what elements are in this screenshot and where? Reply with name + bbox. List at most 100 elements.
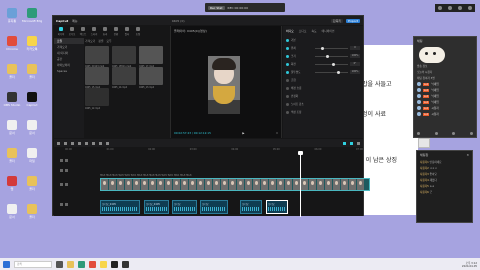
- toggle-checkbox[interactable]: [286, 94, 289, 98]
- tool-filters[interactable]: 필터: [123, 27, 131, 36]
- desktop-icon[interactable]: 문서: [2, 204, 22, 219]
- media-thumbnail[interactable]: 0405_20123.mp4: [85, 46, 109, 68]
- gift-icon[interactable]: [434, 132, 438, 135]
- media-thumbnail[interactable]: 0405_12.mp4: [85, 88, 109, 110]
- desktop-icon[interactable]: 문서: [22, 120, 42, 135]
- obs-icon[interactable]: [122, 260, 129, 268]
- desktop-icon[interactable]: Chrome: [2, 36, 22, 51]
- record-icon[interactable]: [438, 6, 442, 10]
- desktop-icon[interactable]: 앱: [2, 176, 22, 191]
- media-thumbnail[interactable]: 0405_17.mp4: [139, 46, 163, 68]
- audio-clip[interactable]: 오디오: [240, 200, 262, 214]
- heart-icon[interactable]: [417, 132, 420, 135]
- slider-handle[interactable]: [337, 70, 341, 74]
- slider-handle[interactable]: [320, 46, 324, 50]
- property-value[interactable]: 0: [350, 46, 360, 50]
- toggle-checkbox[interactable]: [286, 46, 289, 50]
- snap-icon[interactable]: [343, 141, 346, 145]
- audio-clip[interactable]: 오디오_0405: [144, 200, 169, 214]
- speaker-icon[interactable]: [65, 203, 68, 206]
- toggle-checkbox[interactable]: [286, 102, 289, 106]
- property-value[interactable]: 0°: [350, 62, 360, 66]
- menu-button[interactable]: 메뉴: [72, 19, 78, 23]
- settings-icon[interactable]: [458, 6, 462, 10]
- lock-icon[interactable]: [60, 183, 63, 186]
- play-icon[interactable]: ▶: [242, 131, 244, 135]
- lock-icon[interactable]: [60, 159, 63, 162]
- tab-speed[interactable]: 속도: [311, 29, 316, 33]
- property-slider[interactable]: [315, 70, 348, 74]
- close-icon[interactable]: [468, 6, 472, 10]
- desktop-icon[interactable]: 폴더: [22, 176, 42, 191]
- property-value[interactable]: 100%: [350, 70, 360, 74]
- lock-icon[interactable]: [60, 169, 63, 172]
- sort-button[interactable]: 정렬: [98, 39, 103, 43]
- recording-bar[interactable]: Rec Stat REC 00:00:00: [205, 3, 285, 12]
- desktop-icon[interactable]: 파일: [22, 148, 42, 163]
- desktop-icon[interactable]: 폴더: [22, 64, 42, 79]
- tool-audio[interactable]: 오디오: [68, 27, 76, 36]
- audio-clip[interactable]: 오디오: [266, 200, 288, 214]
- select-icon[interactable]: [57, 141, 60, 145]
- more-icon[interactable]: [469, 132, 473, 135]
- audio-clip[interactable]: 오디오: [172, 200, 197, 214]
- slider-handle[interactable]: [326, 54, 330, 58]
- main-video-clip[interactable]: [100, 178, 370, 191]
- explorer-icon[interactable]: [67, 260, 74, 268]
- delete-icon[interactable]: [85, 141, 88, 145]
- desktop-icon[interactable]: 휴지통: [2, 8, 22, 23]
- export-button[interactable]: Export: [346, 18, 360, 23]
- toggle-checkbox[interactable]: [286, 78, 289, 82]
- tool-transitions[interactable]: 전환: [112, 27, 120, 36]
- video-preview[interactable]: [208, 56, 240, 114]
- tab-video[interactable]: 비디오: [286, 29, 294, 33]
- desktop-icon[interactable]: 카카오톡: [22, 36, 42, 51]
- tool-media[interactable]: 미디어: [57, 27, 65, 36]
- desktop-icon[interactable]: 폴더: [2, 148, 22, 163]
- kakaotalk-icon[interactable]: [100, 260, 107, 268]
- chrome-icon[interactable]: [89, 260, 96, 268]
- toggle-checkbox[interactable]: [286, 86, 289, 90]
- timeline[interactable]: 텍스트 텍스트 텍스트 텍스트 텍스트 텍스트 텍스트 텍스트 텍스트 텍스트 …: [54, 153, 370, 216]
- sidebar-item-spaces[interactable]: Spaces: [54, 68, 84, 74]
- media-thumbnail[interactable]: 0405_13.mp4: [139, 67, 163, 89]
- freeze-icon[interactable]: [92, 141, 95, 145]
- lock-icon[interactable]: [60, 203, 63, 206]
- obs-controls[interactable]: [435, 4, 475, 12]
- tool-text[interactable]: 텍스트: [79, 27, 87, 36]
- desktop-icon[interactable]: 폴더: [22, 204, 42, 219]
- crop-icon[interactable]: [106, 141, 109, 145]
- audio-clip[interactable]: 오디오_0405: [100, 200, 140, 214]
- property-slider[interactable]: [315, 62, 348, 66]
- property-value[interactable]: 100%: [350, 54, 360, 58]
- zoom-icon[interactable]: [357, 141, 360, 145]
- tool-adjust[interactable]: 조정: [134, 27, 142, 36]
- tab-animation[interactable]: 애니메이션: [322, 29, 335, 33]
- fullscreen-icon[interactable]: ⛶: [276, 131, 278, 135]
- eye-icon[interactable]: [65, 159, 68, 162]
- edge-icon[interactable]: [78, 260, 85, 268]
- close-icon[interactable]: ✕: [466, 153, 469, 157]
- taskview-icon[interactable]: [56, 260, 63, 268]
- start-icon[interactable]: [3, 260, 10, 268]
- viewer-row[interactable]: Lv.1 시청자: [414, 111, 476, 117]
- redo-icon[interactable]: [71, 141, 74, 145]
- media-thumbnail[interactable]: 0405_14.mp4: [112, 67, 136, 89]
- property-slider[interactable]: [315, 46, 348, 50]
- capcut-icon[interactable]: [111, 260, 118, 268]
- desktop-icon[interactable]: CapCut: [22, 92, 42, 107]
- filter-all-button[interactable]: 모두: [106, 39, 111, 43]
- desktop-icon[interactable]: 문서: [2, 120, 22, 135]
- eye-icon[interactable]: [65, 183, 68, 186]
- tool-effects[interactable]: 효과: [101, 27, 109, 36]
- audio-clip[interactable]: 오디오: [200, 200, 228, 214]
- split-icon[interactable]: [78, 141, 81, 145]
- playhead[interactable]: [298, 151, 303, 217]
- toggle-checkbox[interactable]: [286, 38, 289, 42]
- media-thumbnail[interactable]: 0405_15.mp4: [85, 67, 109, 89]
- media-thumbnail[interactable]: 0405_18511.mp4: [112, 46, 136, 68]
- desktop-icon[interactable]: Microsoft Edge: [22, 8, 42, 23]
- desktop-icon[interactable]: 폴더: [2, 64, 22, 79]
- toggle-checkbox[interactable]: [286, 54, 289, 58]
- pause-icon[interactable]: [448, 6, 452, 10]
